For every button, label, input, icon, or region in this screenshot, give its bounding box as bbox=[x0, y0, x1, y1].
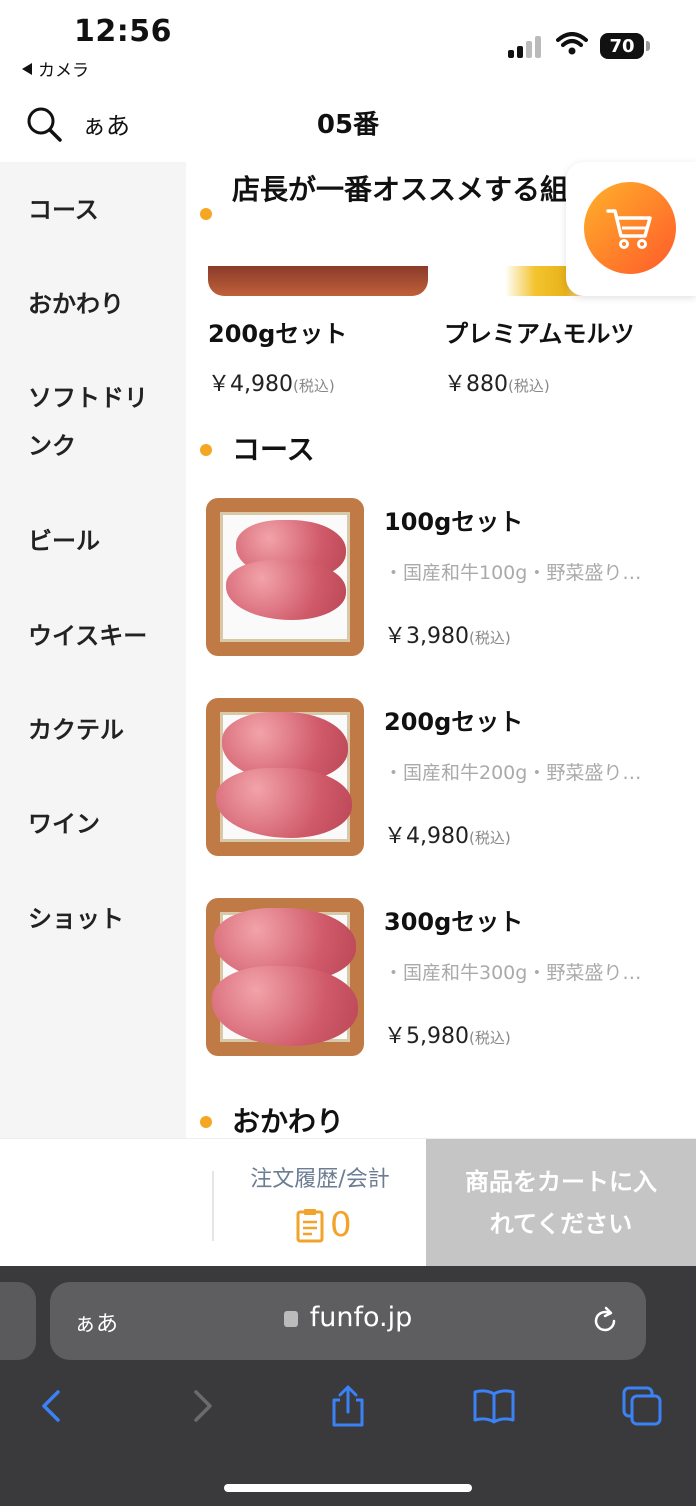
back-triangle-icon bbox=[22, 62, 32, 75]
item-name: 200gセット bbox=[384, 708, 524, 736]
recommend-item-name[interactable]: 200gセット bbox=[208, 314, 347, 349]
menu-list[interactable]: 店長が一番オススメする組せ 200gセット ￥4,980(税込) プレミアムモル… bbox=[186, 162, 696, 1138]
previous-tab-peek[interactable] bbox=[0, 1282, 36, 1360]
book-icon[interactable] bbox=[472, 1384, 516, 1428]
menu-item[interactable]: 300gセット ・国産和牛300g・野菜盛り… ￥5,980(税込) bbox=[186, 898, 696, 1058]
order-history-label[interactable]: 注文履歴/会計 bbox=[214, 1161, 426, 1193]
home-indicator bbox=[224, 1484, 472, 1492]
add-to-cart-button[interactable]: 商品をカートに入れてください bbox=[426, 1139, 696, 1267]
recommend-item-price: ￥880(税込) bbox=[444, 372, 550, 397]
section-dot bbox=[200, 444, 212, 456]
app-header: ぁあ 05番 bbox=[0, 92, 696, 158]
item-image[interactable] bbox=[206, 898, 364, 1056]
category-sidebar: コース おかわり ソフトドリンク ビール ウイスキー カクテル ワイン ショット bbox=[0, 162, 186, 1138]
item-name: 100gセット bbox=[384, 508, 524, 536]
share-icon[interactable] bbox=[326, 1384, 370, 1428]
recommend-item-price: ￥4,980(税込) bbox=[208, 372, 335, 397]
recommend-item-image[interactable] bbox=[208, 266, 428, 296]
item-description: ・国産和牛300g・野菜盛り… bbox=[384, 962, 642, 984]
section-dot bbox=[200, 208, 212, 220]
battery-tip bbox=[646, 41, 650, 51]
cart-button[interactable] bbox=[584, 182, 676, 274]
sidebar-item-cocktail[interactable]: カクテル bbox=[28, 706, 178, 754]
back-app-label: カメラ bbox=[38, 61, 89, 81]
item-image[interactable] bbox=[206, 698, 364, 856]
menu-item[interactable]: 200gセット ・国産和牛200g・野菜盛り… ￥4,980(税込) bbox=[186, 698, 696, 858]
order-count: 0 bbox=[330, 1205, 352, 1245]
section-header-course: コース bbox=[186, 424, 315, 476]
chevron-right-icon[interactable] bbox=[180, 1384, 224, 1428]
cellular-signal-icon bbox=[508, 34, 544, 58]
menu-item[interactable]: 100gセット ・国産和牛100g・野菜盛り… ￥3,980(税込) bbox=[186, 498, 696, 658]
cart-icon bbox=[606, 209, 652, 249]
sidebar-item-whisky[interactable]: ウイスキー bbox=[28, 612, 178, 660]
item-price: ￥5,980(税込) bbox=[384, 1024, 511, 1049]
battery-indicator: 70 bbox=[600, 33, 644, 59]
tabs-icon[interactable] bbox=[620, 1384, 664, 1428]
page-title: 05番 bbox=[316, 110, 380, 140]
item-price: ￥4,980(税込) bbox=[384, 824, 511, 849]
sidebar-item-course[interactable]: コース bbox=[28, 186, 178, 234]
wifi-icon bbox=[556, 32, 588, 55]
clock: 12:56 bbox=[74, 14, 172, 49]
sidebar-item-wine[interactable]: ワイン bbox=[28, 800, 178, 848]
chevron-left-icon[interactable] bbox=[30, 1384, 74, 1428]
item-description: ・国産和牛200g・野菜盛り… bbox=[384, 762, 642, 784]
sidebar-item-shot[interactable]: ショット bbox=[28, 895, 178, 943]
section-title: おかわり bbox=[232, 1105, 345, 1138]
clipboard-icon bbox=[296, 1209, 324, 1243]
sidebar-item-beer[interactable]: ビール bbox=[28, 517, 178, 565]
browser-toolbar: ぁあ funfo.jp bbox=[0, 1266, 696, 1506]
order-bar: 注文履歴/会計 0 商品をカートに入れてください bbox=[0, 1138, 696, 1267]
status-bar: 12:56 カメラ 70 bbox=[0, 0, 696, 90]
reload-icon[interactable] bbox=[590, 1306, 620, 1336]
lock-icon bbox=[283, 1311, 298, 1327]
order-history-button[interactable]: 0 bbox=[296, 1205, 352, 1245]
url-host[interactable]: funfo.jp bbox=[50, 1302, 646, 1333]
item-price: ￥3,980(税込) bbox=[384, 624, 511, 649]
back-to-app-link[interactable]: カメラ bbox=[22, 56, 89, 81]
add-to-cart-label: 商品をカートに入れてください bbox=[465, 1168, 657, 1238]
item-description: ・国産和牛100g・野菜盛り… bbox=[384, 562, 642, 584]
item-name: 300gセット bbox=[384, 908, 524, 936]
item-image[interactable] bbox=[206, 498, 364, 656]
recommend-item-name[interactable]: プレミアムモルツ bbox=[444, 314, 634, 349]
section-header-refill: おかわり bbox=[186, 1096, 344, 1138]
section-dot bbox=[200, 1116, 212, 1128]
sidebar-item-soft-drink[interactable]: ソフトドリンク bbox=[28, 374, 168, 470]
address-bar[interactable]: ぁあ funfo.jp bbox=[50, 1282, 646, 1360]
section-title: コース bbox=[232, 433, 315, 466]
sidebar-item-refill[interactable]: おかわり bbox=[28, 280, 178, 328]
